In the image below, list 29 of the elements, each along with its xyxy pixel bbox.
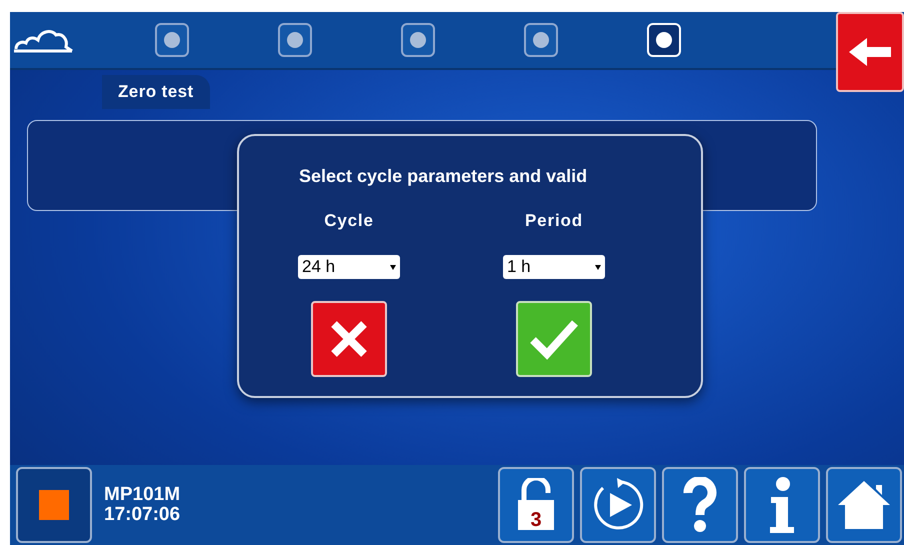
device-name: MP101M bbox=[104, 485, 180, 505]
field-label: Period bbox=[524, 210, 583, 232]
dropdown-caret-icon bbox=[390, 264, 396, 270]
padlock-icon bbox=[516, 478, 556, 532]
field-label: Cycle bbox=[324, 210, 374, 232]
screen-tab[interactable]: Zero test bbox=[102, 75, 210, 109]
dropdown-caret-icon bbox=[595, 264, 601, 270]
dropdown[interactable]: 24 h bbox=[298, 255, 400, 279]
lock-level-label: 3 bbox=[529, 508, 543, 533]
info-icon bbox=[768, 477, 796, 533]
clock-time: 17:07:06 bbox=[104, 505, 180, 525]
confirm-button[interactable] bbox=[516, 301, 592, 377]
dropdown[interactable]: 1 h bbox=[503, 255, 605, 279]
checkmark-icon bbox=[529, 318, 579, 360]
back-button[interactable] bbox=[836, 12, 904, 92]
cycle-play-button[interactable] bbox=[580, 467, 656, 543]
home-icon bbox=[836, 479, 892, 531]
left-arrow-icon bbox=[849, 38, 891, 66]
help-button[interactable] bbox=[662, 467, 738, 543]
cross-icon bbox=[329, 319, 369, 359]
lock-button[interactable]: 3 bbox=[498, 467, 574, 543]
question-mark-icon bbox=[682, 477, 718, 533]
home-button[interactable] bbox=[826, 467, 902, 543]
dialog-title: Select cycle parameters and valid bbox=[299, 165, 588, 188]
info-button[interactable] bbox=[744, 467, 820, 543]
stop-icon bbox=[39, 490, 69, 520]
circular-play-icon bbox=[591, 478, 645, 532]
cancel-button[interactable] bbox=[311, 301, 387, 377]
stop-button[interactable] bbox=[16, 467, 92, 543]
